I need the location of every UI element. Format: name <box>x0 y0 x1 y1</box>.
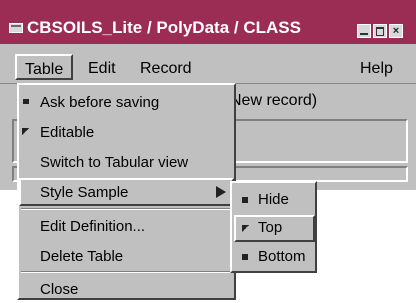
submenu-item-label: Top <box>258 219 283 236</box>
menu-item-label: Ask before saving <box>40 94 160 111</box>
window-title: CBSOILS_Lite / PolyData / CLASS <box>27 18 301 37</box>
menu-edit[interactable]: Edit <box>88 60 116 78</box>
window-menu-icon[interactable] <box>9 23 23 33</box>
minimize-icon[interactable] <box>357 24 371 38</box>
record-status: New record) <box>230 92 318 109</box>
menu-item-switch-to-tabular-view[interactable]: Switch to Tabular view <box>19 148 234 176</box>
submenu-arrow-icon <box>216 186 226 198</box>
submenu-item-label: Hide <box>258 191 289 208</box>
menu-item-label: Delete Table <box>40 248 124 265</box>
menu-item-editable[interactable]: Editable <box>19 118 234 146</box>
radio-indicator-icon <box>242 254 248 260</box>
menu-item-style-sample[interactable]: Style Sample <box>19 178 234 206</box>
menu-separator <box>21 271 232 273</box>
radio-indicator-icon <box>23 99 29 104</box>
menu-item-close[interactable]: Close <box>19 275 234 303</box>
submenu-item-top[interactable]: Top <box>234 215 315 242</box>
menu-item-label: Style Sample <box>40 184 129 201</box>
menu-item-label: Edit Definition... <box>40 218 146 235</box>
title-bar[interactable]: CBSOILS_Lite / PolyData / CLASS × <box>0 0 416 44</box>
maximize-icon[interactable] <box>373 24 387 38</box>
menu-item-label: Editable <box>40 124 95 141</box>
menu-item-delete-table[interactable]: Delete Table <box>19 242 234 270</box>
menu-table[interactable]: Table <box>15 54 74 80</box>
menu-item-ask-before-saving[interactable]: Ask before saving <box>19 88 234 116</box>
submenu-item-hide[interactable]: Hide <box>234 187 315 214</box>
menu-help[interactable]: Help <box>360 60 393 78</box>
submenu-item-bottom[interactable]: Bottom <box>234 244 315 271</box>
menu-item-edit-definition[interactable]: Edit Definition... <box>19 212 234 240</box>
menu-record[interactable]: Record <box>140 60 192 78</box>
submenu-item-label: Bottom <box>258 248 306 265</box>
style-sample-submenu: Hide Top Bottom <box>230 181 317 273</box>
menu-bar: Table Edit Record Help <box>0 46 416 84</box>
close-icon[interactable]: × <box>389 24 403 38</box>
table-menu-dropdown: Ask before saving Editable Switch to Tab… <box>17 83 236 300</box>
check-indicator-icon <box>22 128 29 135</box>
menu-item-label: Close <box>40 281 79 298</box>
radio-indicator-icon <box>242 197 248 203</box>
menu-item-label: Switch to Tabular view <box>40 154 189 171</box>
menu-separator <box>21 208 232 210</box>
check-indicator-icon <box>242 225 249 232</box>
